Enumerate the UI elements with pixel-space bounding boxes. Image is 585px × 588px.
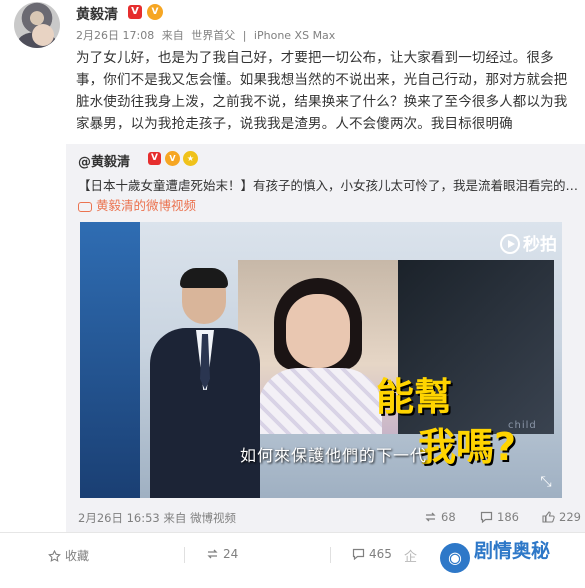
watermark-icon: ◉ [440, 543, 470, 573]
repost-likes[interactable]: 229 [542, 510, 581, 524]
miaopai-logo: 秒拍 [500, 230, 557, 255]
repost-reposts[interactable]: 68 [424, 510, 456, 524]
repost-source[interactable]: 微博视频 [190, 511, 236, 525]
watermark-logo: ◉ 剧情奥秘 [440, 536, 550, 576]
repost-source-prefix: 来自 [163, 511, 187, 525]
video-overlay-en: child [508, 420, 537, 431]
repost-likes-count: 229 [559, 510, 581, 524]
play-icon [500, 234, 520, 254]
repost-author[interactable]: @黄毅清 [78, 151, 130, 170]
repost-icon [207, 549, 218, 559]
like-icon [542, 511, 555, 523]
action-divider [330, 547, 331, 563]
repost-meta: 2月26日 16:53 来自 微博视频 [78, 510, 236, 526]
favorite-label: 收藏 [65, 549, 90, 563]
repost-vip-badge: V [165, 151, 180, 166]
author-name[interactable]: 黄毅清 [76, 4, 118, 24]
video-link-icon [78, 201, 92, 212]
comment-icon [480, 511, 493, 523]
miaopai-brand: 秒拍 [523, 235, 557, 255]
post-text: 为了女儿好，也是为了我自己好，才要把一切公布，让大家看到一切经过。很多事，你们不… [76, 50, 568, 132]
verified-badge: V [128, 5, 142, 19]
source-sep: | [242, 29, 247, 42]
repost-icon [425, 512, 436, 522]
repost-reposts-count: 68 [441, 510, 456, 524]
post-time[interactable]: 2月26日 17:08 [76, 29, 154, 42]
action-divider [184, 547, 185, 563]
comment-button[interactable]: 465 [352, 547, 392, 561]
repost-time[interactable]: 2月26日 16:53 [78, 511, 160, 525]
source-client-1[interactable]: 世界首父 [191, 29, 235, 42]
repost-text: 【日本十歲女童遭虐死始末！】有孩子的慎入，小女孩儿太可怜了，我是流着眼泪看完的…… [78, 178, 578, 193]
weibo-post: 黄毅清 V V 2月26日 17:08 来自 世界首父 | iPhone XS … [0, 0, 585, 588]
author-avatar[interactable] [14, 2, 60, 48]
repost-card: @黄毅清 V V ★ 【日本十歲女童遭虐死始末！】有孩子的慎入，小女孩儿太可怜了… [66, 144, 585, 532]
video-overlay-line1: 能幫 [376, 375, 453, 419]
repost-medal-icon: ★ [183, 151, 198, 166]
watermark-faint: 企 [404, 550, 418, 565]
source-prefix: 来自 [161, 29, 184, 42]
comment-icon [352, 548, 365, 560]
star-icon [48, 550, 61, 562]
comment-count: 465 [369, 547, 392, 561]
watermark-text: 剧情奥秘 [474, 540, 551, 562]
repost-button[interactable]: 24 [206, 547, 238, 561]
expand-icon[interactable]: ⤡ [538, 474, 554, 490]
video-subtitle: 如何來保護他們的下一代 [240, 446, 428, 465]
repost-count: 24 [223, 547, 239, 561]
video-link-label: 黄毅清的微博视频 [96, 198, 197, 213]
repost-verified-badge: V [148, 152, 161, 165]
post-meta: 2月26日 17:08 来自 世界首父 | iPhone XS Max [76, 27, 339, 43]
video-side-panel [80, 222, 140, 498]
repost-comments[interactable]: 186 [480, 510, 519, 524]
vip-badge: V [147, 4, 163, 20]
favorite-button[interactable]: 收藏 [48, 547, 89, 564]
video-link[interactable]: 黄毅清的微博视频 [78, 195, 196, 214]
repost-comments-count: 186 [497, 510, 519, 524]
source-client-2[interactable]: iPhone XS Max [254, 29, 335, 42]
video-player[interactable]: 能幫 我嗎? child 秒拍 如何來保護他們的下一代 ⤡ [80, 222, 562, 498]
